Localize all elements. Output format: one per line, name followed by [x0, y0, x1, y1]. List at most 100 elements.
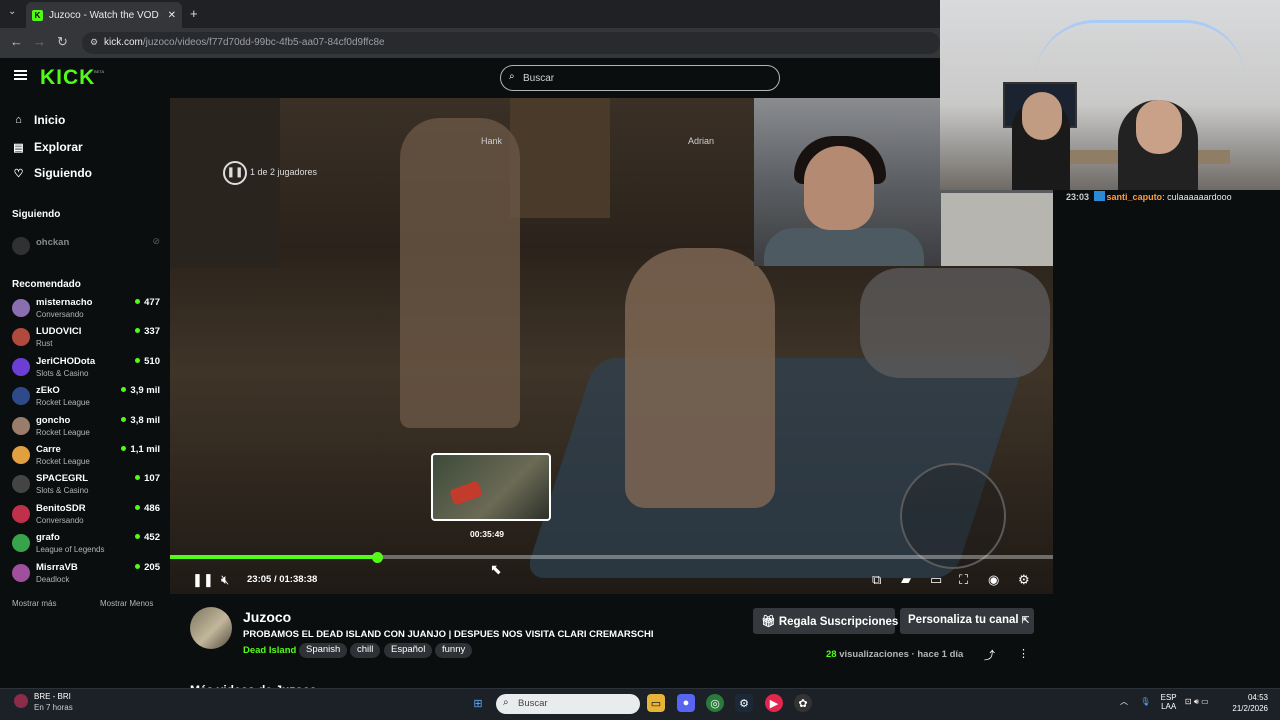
keyboard-language[interactable]: ESP LAA	[1161, 693, 1177, 711]
gift-subs-button[interactable]: 🎁︎ Regala Suscripciones	[753, 608, 898, 634]
channel-category: Conversando	[36, 515, 84, 525]
channel-name: MisrraVB	[36, 561, 78, 573]
viewer-count: 452	[135, 532, 160, 543]
taskbar-search[interactable]: Buscar	[496, 694, 640, 714]
scene-character	[860, 268, 1050, 378]
game-link[interactable]: Dead Island	[243, 645, 296, 656]
more-options-icon[interactable]: ⋮	[1018, 647, 1029, 660]
file-explorer-icon[interactable]: ▭	[647, 694, 665, 712]
overlay-camera-feed	[940, 0, 1280, 190]
tag[interactable]: funny	[435, 643, 473, 658]
theater-mode-icon[interactable]: ▭	[930, 572, 942, 588]
lang-layout: LAA	[1161, 702, 1177, 711]
channel-category: Rust	[36, 339, 53, 349]
fullscreen-icon[interactable]: ⛶	[959, 572, 968, 588]
recommended-channel[interactable]: JeriCHODota Slots & Casino 510	[12, 356, 160, 385]
views-info: 28 visualizaciones · hace 1 día	[826, 649, 964, 660]
channel-category: League of Legends	[36, 545, 105, 555]
recommended-channel[interactable]: LUDOVICI Rust 337	[12, 326, 160, 355]
close-tab-icon[interactable]: ✕	[168, 10, 176, 21]
viewer-count: 205	[135, 562, 160, 573]
channel-name: SPACEGRL	[36, 473, 89, 485]
url-field[interactable]: ⚙ kick.com/juzoco/videos/f77d70dd-99bc-4…	[82, 32, 940, 54]
clock[interactable]: 04:53 21/2/2026	[1222, 693, 1268, 713]
clip-icon[interactable]: ▰	[901, 572, 911, 588]
tag[interactable]: chill	[350, 643, 381, 658]
ingame-minimap	[900, 463, 1006, 569]
channel-avatar[interactable]	[190, 607, 232, 649]
steam-icon[interactable]: ⚙	[735, 694, 753, 712]
recommended-channel[interactable]: goncho Rocket League 3,8 mil	[12, 415, 160, 444]
playback-speed-icon[interactable]: ◉	[988, 572, 999, 588]
viewer-count: 477	[135, 297, 160, 308]
recommended-channel[interactable]: misternacho Conversando 477	[12, 297, 160, 326]
weather-widget[interactable]: BRE - BRI En 7 horas	[14, 692, 73, 712]
recommended-channel[interactable]: zEkO Rocket League 3,9 mil	[12, 385, 160, 414]
browser-tab[interactable]: K Juzoco - Watch the VOD on Kick ✕	[26, 2, 182, 28]
viewer-count: 337	[135, 326, 160, 337]
kick-logo[interactable]: KICK	[40, 66, 95, 90]
pip-icon[interactable]: ⧉	[872, 572, 881, 588]
share-icon[interactable]: ⤴	[984, 647, 995, 663]
progress-handle[interactable]	[371, 552, 383, 563]
chrome-icon[interactable]: ◎	[706, 694, 724, 712]
current-time: 23:05	[247, 574, 272, 585]
nav-inicio[interactable]: ⌂ Inicio	[12, 113, 65, 127]
media-player-icon[interactable]: ▶	[765, 694, 783, 712]
avatar	[12, 357, 30, 376]
search-input[interactable]: Buscar	[500, 65, 780, 91]
windows-taskbar	[0, 688, 1280, 720]
url-host: kick.com	[104, 37, 143, 48]
avatar	[12, 416, 30, 435]
site-info-icon[interactable]: ⚙	[90, 37, 98, 48]
channel-name: misternacho	[36, 297, 93, 308]
tab-list-chevron-icon[interactable]: ⌄	[8, 6, 16, 17]
channel-category: Rocket League	[36, 457, 90, 466]
video-player[interactable]: Hank Adrian ❚❚ 1 de 2 jugadores 00:35:49…	[170, 98, 1053, 594]
reload-icon[interactable]: ↻	[57, 34, 68, 50]
channel-name[interactable]: Juzoco	[243, 609, 291, 625]
recommended-channel[interactable]: MisrraVB Deadlock 205	[12, 562, 160, 591]
tag[interactable]: Español	[384, 643, 433, 658]
microphone-icon: 🎙︎	[1140, 697, 1151, 707]
nav-siguiendo[interactable]: ♡ Siguiendo	[12, 166, 92, 180]
menu-icon[interactable]	[14, 70, 27, 80]
forward-icon[interactable]: →	[33, 34, 46, 49]
recommended-channel[interactable]: SPACEGRL Slots & Casino 107	[12, 473, 160, 502]
lang-code: ESP	[1160, 693, 1177, 702]
recommended-channel[interactable]: grafo League of Legends 452	[12, 532, 160, 561]
pause-icon[interactable]: ❚❚	[192, 572, 214, 588]
settings-gear-icon[interactable]: ⚙	[1018, 572, 1030, 588]
ingame-pause-icon: ❚❚	[223, 161, 247, 185]
app-icon[interactable]: ✿	[794, 694, 812, 712]
avatar	[12, 475, 30, 494]
discord-icon[interactable]: ●	[677, 694, 695, 712]
channel-name: BenitoSDR	[36, 502, 86, 514]
gift-subs-label: Regala Suscripciones	[778, 616, 899, 628]
channel-name: zEkO	[36, 385, 60, 397]
following-channel[interactable]: ohckan ⊘	[12, 235, 160, 264]
channel-name: ohckan	[36, 237, 70, 248]
show-more-link[interactable]: Mostrar más	[12, 599, 56, 608]
back-icon[interactable]: ←	[10, 34, 23, 49]
recommended-channel[interactable]: BenitoSDR Conversando 486	[12, 503, 160, 532]
channel-name: grafo	[36, 532, 60, 544]
tray-chevron-icon[interactable]: ︿	[1120, 697, 1128, 706]
customize-channel-button[interactable]: Personaliza tu canal ⇱	[900, 608, 1034, 634]
tag[interactable]: Spanish	[299, 643, 348, 658]
recommended-channel[interactable]: Carre Rocket League 1,1 mil	[12, 444, 160, 473]
new-tab-icon[interactable]: +	[190, 6, 198, 21]
show-less-link[interactable]: Mostrar Menos	[100, 599, 153, 608]
seek-preview-thumbnail	[431, 453, 551, 521]
progress-fill	[170, 555, 377, 559]
windows-start-icon[interactable]: ⊞	[469, 694, 487, 712]
muted-volume-icon[interactable]: 🔇︎	[221, 572, 229, 588]
nav-explorar[interactable]: ▤ Explorar	[12, 140, 82, 154]
system-tray[interactable]: ︿ 🎙︎ ESP LAA ⊡ 🔊︎ ▭	[1120, 693, 1209, 711]
channel-category: Slots & Casino	[36, 368, 89, 378]
chat-username[interactable]: santi_caputo	[1107, 192, 1163, 202]
viewer-count: 486	[135, 503, 160, 514]
avatar	[12, 299, 30, 317]
scene-shelf	[510, 98, 610, 218]
channel-category: Conversando	[36, 310, 84, 319]
